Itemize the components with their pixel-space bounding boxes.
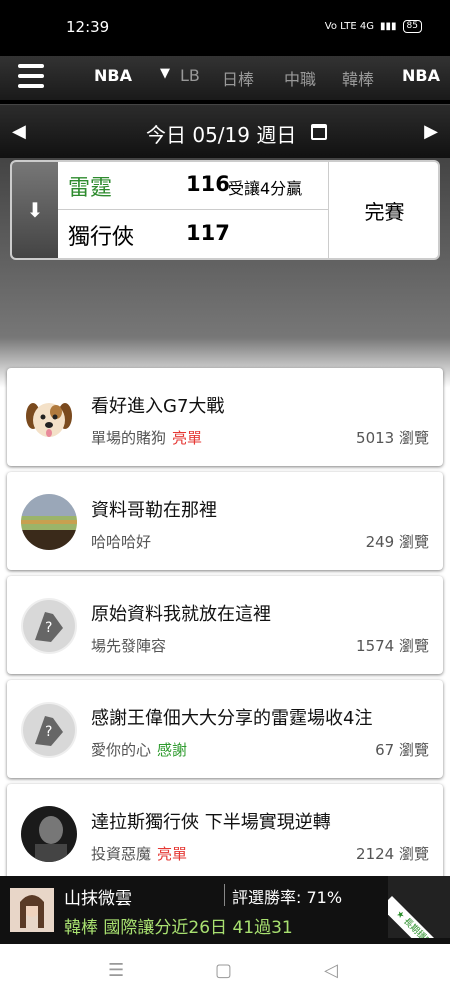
- system-nav-bar: ☰ ▢ ◁: [0, 944, 450, 1000]
- status-time: 12:39: [66, 18, 110, 36]
- post-title: 看好進入G7大戰: [91, 396, 225, 417]
- post-title: 達拉斯獨行俠 下半場實現逆轉: [91, 812, 331, 833]
- post-title: 感謝王偉佃大大分享的雷霆場收4注: [91, 708, 373, 729]
- post-author: 場先發陣容: [91, 637, 167, 655]
- battery-icon: 85: [402, 20, 422, 33]
- tipster-banner[interactable]: 山抹微雲 評選勝率: 71% 韓棒 國際讓分近26日 41過31 ★ 長期穩定 …: [0, 876, 450, 944]
- post-author: 投資惡魔 亮單: [91, 845, 188, 863]
- landscape-avatar-icon: [21, 494, 77, 550]
- post-author: 愛你的心 感謝: [91, 741, 188, 759]
- team1-score: 116: [186, 172, 230, 196]
- status-bar: 12:39 Vo LTE 4G ▮▮▮ 85: [0, 0, 450, 56]
- arrow-down-icon[interactable]: ⬇: [12, 162, 58, 258]
- tipster-name: 山抹微雲: [64, 889, 132, 909]
- game-card[interactable]: ⬇ 雷霆 116 受讓4分贏 獨行俠 117 完賽: [10, 160, 440, 260]
- team-row-away: 獨行俠 117: [58, 211, 328, 258]
- game-status: 完賽: [328, 162, 438, 258]
- post-views: 2124 瀏覽: [356, 845, 429, 863]
- post-author: 單場的賭狗 亮單: [91, 429, 203, 447]
- calendar-icon[interactable]: [311, 124, 327, 140]
- post-views: 67 瀏覽: [375, 741, 429, 759]
- post-card[interactable]: 資料哥勒在那裡 哈哈哈好 249 瀏覽: [7, 472, 443, 570]
- hamburger-menu-icon[interactable]: [18, 64, 44, 88]
- post-tag: 感謝: [157, 741, 188, 759]
- tab-cpbl[interactable]: 中職: [284, 66, 316, 90]
- dog-avatar-icon: [21, 390, 77, 446]
- default-avatar-icon: ?: [21, 598, 77, 654]
- tab-kbo[interactable]: 韓棒: [342, 66, 374, 90]
- post-author: 哈哈哈好: [91, 533, 152, 551]
- portrait-avatar-icon: [21, 806, 77, 862]
- post-card[interactable]: 看好進入G7大戰 單場的賭狗 亮單 5013 瀏覽: [7, 368, 443, 466]
- home-icon[interactable]: ▢: [215, 960, 232, 981]
- post-title: 資料哥勒在那裡: [91, 500, 217, 521]
- badge-ribbon: ★ 長期穩定 ★: [388, 876, 450, 938]
- post-views: 249 瀏覽: [365, 533, 429, 551]
- tab-nba[interactable]: NBA: [402, 66, 440, 85]
- post-views: 5013 瀏覽: [356, 429, 429, 447]
- team1-handicap: 受讓4分贏: [228, 179, 303, 198]
- league-selector[interactable]: NBA: [94, 66, 132, 85]
- default-avatar-icon: ?: [21, 702, 77, 758]
- post-card[interactable]: 達拉斯獨行俠 下半場實現逆轉 投資惡魔 亮單 2124 瀏覽: [7, 784, 443, 882]
- caret-down-icon[interactable]: ▼: [160, 66, 170, 81]
- tipster-record: 韓棒 國際讓分近26日 41過31: [64, 918, 293, 938]
- team-row-home: 雷霆 116 受讓4分贏: [58, 162, 328, 210]
- tipster-winrate: 評選勝率: 71%: [232, 888, 343, 907]
- signal-icon: ▮▮▮: [380, 21, 397, 32]
- svg-text:?: ?: [45, 620, 52, 636]
- date-bar: ◀ 今日 05/19 週日 ▶: [0, 104, 450, 158]
- tab-npb[interactable]: 日棒: [222, 66, 254, 90]
- main-content: ⬇ 雷霆 116 受讓4分贏 獨行俠 117 完賽 看好進入G7大戰 單場的賭狗…: [0, 158, 450, 882]
- back-icon[interactable]: ◁: [324, 960, 338, 981]
- post-tag: 亮單: [157, 845, 188, 863]
- post-views: 1574 瀏覽: [356, 637, 429, 655]
- divider: [224, 884, 225, 906]
- network-indicator: Vo LTE 4G: [324, 21, 375, 32]
- post-card[interactable]: ? 感謝王偉佃大大分享的雷霆場收4注 愛你的心 感謝 67 瀏覽: [7, 680, 443, 778]
- team2-name: 獨行俠: [68, 225, 135, 250]
- badge-label: ★ 長期穩定 ★: [388, 896, 450, 938]
- date-label[interactable]: 今日 05/19 週日: [146, 119, 296, 148]
- league-nav: NBA ▼ LB 日棒 中職 韓棒 NBA: [0, 56, 450, 100]
- svg-text:?: ?: [45, 724, 52, 740]
- tab-lb[interactable]: LB: [180, 66, 200, 85]
- status-icons: Vo LTE 4G ▮▮▮ 85: [325, 20, 422, 33]
- prev-day-icon[interactable]: ◀: [12, 121, 26, 142]
- tipster-avatar: [10, 888, 54, 932]
- team1-name: 雷霆: [68, 176, 113, 201]
- recent-apps-icon[interactable]: ☰: [108, 960, 124, 981]
- post-title: 原始資料我就放在這裡: [91, 604, 271, 625]
- next-day-icon[interactable]: ▶: [424, 121, 438, 142]
- team2-score: 117: [186, 221, 230, 245]
- post-tag: 亮單: [172, 429, 203, 447]
- post-card[interactable]: ? 原始資料我就放在這裡 場先發陣容 1574 瀏覽: [7, 576, 443, 674]
